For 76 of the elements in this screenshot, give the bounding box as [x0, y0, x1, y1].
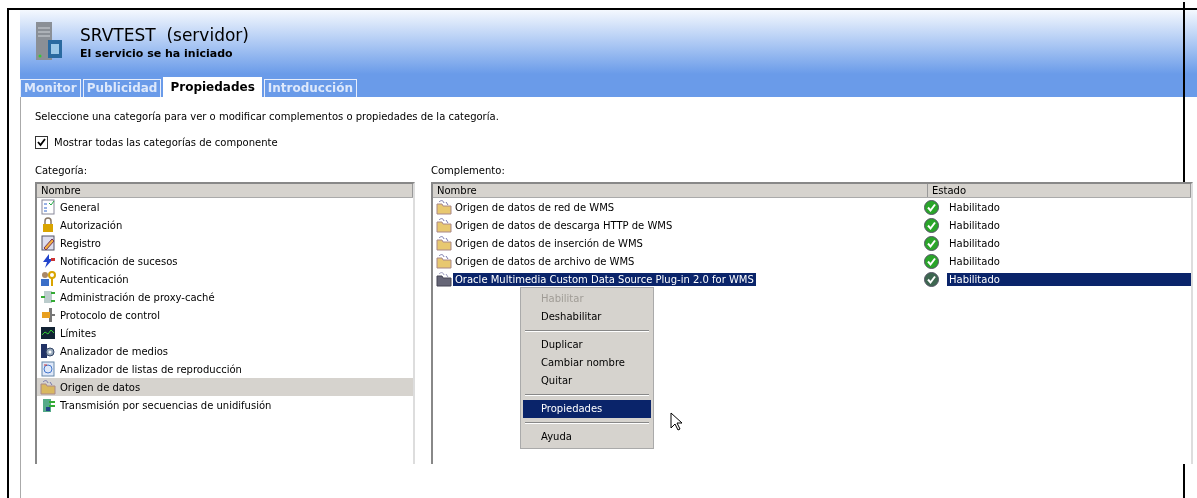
folder-icon: [436, 271, 452, 287]
item-label: Analizador de listas de reproducción: [59, 362, 243, 376]
menu-item[interactable]: Deshabilitar: [523, 308, 651, 326]
column-header[interactable]: Nombre: [37, 184, 413, 197]
check-icon: [924, 271, 939, 287]
folder-icon: [40, 379, 56, 395]
folder-icon: [436, 199, 452, 215]
check-icon: [924, 199, 939, 215]
table-cell-text: Origen de datos de archivo de WMS: [454, 254, 636, 268]
check-icon: [924, 217, 939, 233]
table-cell-text: Origen de datos de red de WMS: [454, 200, 616, 214]
list-item[interactable]: Analizador de listas de reproducción: [37, 360, 413, 378]
tab[interactable]: Propiedades: [163, 77, 262, 97]
check-icon: [924, 235, 939, 251]
list-item[interactable]: General: [37, 198, 413, 216]
table-cell-text: Origen de datos de descarga HTTP de WMS: [454, 218, 674, 232]
folder-icon: [436, 217, 452, 233]
menu-item[interactable]: Ayuda: [523, 428, 651, 446]
list-row[interactable]: Oracle Multimedia Custom Data Source Plug-in 2.0 for WMS Habilitado: [433, 270, 1191, 288]
list-item[interactable]: Origen de datos: [37, 378, 413, 396]
lock-icon: [40, 217, 56, 233]
category-label: Categoría:: [35, 165, 89, 176]
table-cell-text: Habilitado: [948, 254, 1001, 268]
instruction-text: Seleccione una categoría para ver o modificar complementos o propiedades de la categoría.: [35, 111, 500, 122]
list-icon: [40, 361, 56, 377]
list-item[interactable]: Protocolo de control: [37, 306, 413, 324]
menu-item[interactable]: Duplicar: [523, 336, 651, 354]
item-label: Origen de datos: [59, 380, 142, 394]
list-item[interactable]: Autenticación: [37, 270, 413, 288]
status-text: El servicio se ha iniciado: [80, 46, 234, 60]
pencil-icon: [40, 235, 56, 251]
list-item[interactable]: Autorización: [37, 216, 413, 234]
item-label: Límites: [59, 326, 98, 340]
list-row[interactable]: Origen de datos de red de WMS Habilitado: [433, 198, 1191, 216]
people-icon: [40, 271, 56, 287]
table-cell-text: Habilitado: [948, 236, 1001, 250]
table-cell: Oracle Multimedia Custom Data Source Plug-in 2.0 for WMS: [453, 272, 756, 286]
list-item[interactable]: Notificación de sucesos: [37, 252, 413, 270]
item-label: General: [59, 200, 101, 214]
list-item[interactable]: Límites: [37, 324, 413, 342]
list-row[interactable]: Origen de datos de archivo de WMS Habilitado: [433, 252, 1191, 270]
table-cell-text: Origen de datos de inserción de WMS: [454, 236, 644, 250]
list-item[interactable]: Transmisión por secuencias de unidifusión: [37, 396, 413, 414]
list-item[interactable]: Registro: [37, 234, 413, 252]
table-cell-text: Habilitado: [948, 200, 1001, 214]
chart-icon: [40, 325, 56, 341]
list-row[interactable]: Origen de datos de inserción de WMS Habilitado: [433, 234, 1191, 252]
list-item[interactable]: Analizador de medios: [37, 342, 413, 360]
check-icon: [924, 253, 939, 269]
folder-icon: [436, 235, 452, 251]
checkbox-label: Mostrar todas las categorías de componente: [54, 137, 278, 148]
item-label: Autorización: [59, 218, 124, 232]
column-header[interactable]: Nombre: [433, 184, 928, 197]
column-header[interactable]: Estado: [928, 184, 1191, 197]
item-label: Administración de proxy-caché: [59, 290, 216, 304]
item-label: Analizador de medios: [59, 344, 170, 358]
cursor-icon: [670, 412, 684, 432]
document-icon: [40, 199, 56, 215]
item-label: Notificación de sucesos: [59, 254, 179, 268]
item-label: Protocolo de control: [59, 308, 161, 322]
item-label: Registro: [59, 236, 102, 250]
gear-icon: [40, 343, 56, 359]
server-title: SRVTEST (servidor): [80, 24, 249, 45]
menu-item[interactable]: Propiedades: [523, 400, 651, 418]
table-cell: Habilitado: [947, 272, 1191, 286]
item-label: Transmisión por secuencias de unidifusión: [59, 398, 273, 412]
item-label: Autenticación: [59, 272, 130, 286]
menu-item[interactable]: Cambiar nombre: [523, 354, 651, 372]
checkbox[interactable]: [35, 136, 48, 149]
menu-item[interactable]: Quitar: [523, 372, 651, 390]
lightning-icon: [40, 253, 56, 269]
list-row[interactable]: Origen de datos de descarga HTTP de WMS Habilitado: [433, 216, 1191, 234]
folder-icon: [436, 253, 452, 269]
list-item[interactable]: Administración de proxy-caché: [37, 288, 413, 306]
plugin-label: Complemento:: [431, 165, 506, 176]
table-cell-text: Habilitado: [948, 218, 1001, 232]
